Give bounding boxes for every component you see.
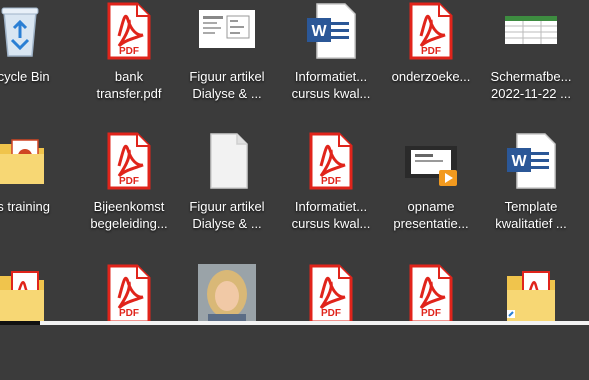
- icon-label: Informatiet... cursus kwal...: [291, 199, 371, 231]
- svg-text:PDF: PDF: [321, 176, 341, 187]
- icon-label: Figuur artikel Dialyse & ...: [189, 69, 265, 101]
- pdf-icon: PDF: [101, 132, 157, 190]
- svg-text:PDF: PDF: [321, 308, 341, 319]
- icon-label: Template kwalitatief ...: [495, 199, 567, 231]
- desktop-icon-template-word[interactable]: W Template kwalitatief ...: [479, 130, 583, 248]
- icon-label: ecycle Bin: [0, 69, 50, 84]
- photo-icon: [198, 264, 256, 322]
- svg-text:W: W: [311, 23, 327, 40]
- desktop: ecycle Bin PDF bank transfer.pdf: [0, 0, 589, 325]
- video-icon: [403, 132, 459, 190]
- recycle-bin-icon: [0, 2, 48, 60]
- desktop-icon-recycle-bin[interactable]: ecycle Bin: [0, 0, 72, 118]
- icon-label: onderzoeke...: [391, 69, 471, 84]
- icon-label: Figuur artikel Dialyse & ...: [189, 199, 265, 231]
- icon-label: Informatiet... cursus kwal...: [291, 69, 371, 101]
- desktop-icon-onderzoek-pdf[interactable]: PDF onderzoeke...: [379, 0, 483, 118]
- svg-text:PDF: PDF: [119, 308, 139, 319]
- desktop-icon-schermafbeelding[interactable]: Schermafbe... 2022-11-22 ...: [479, 0, 583, 118]
- icon-label: Bijeenkomst begeleiding...: [90, 199, 168, 231]
- svg-text:PDF: PDF: [421, 46, 441, 57]
- desktop-icon-informatie-word[interactable]: W Informatiet... cursus kwal...: [279, 0, 383, 118]
- desktop-icon-opname-presentatie[interactable]: opname presentatie...: [379, 130, 483, 248]
- word-icon: W: [503, 132, 559, 190]
- pdf-folder-icon: [0, 264, 48, 322]
- desktop-icon-figuur-artikel-2[interactable]: Figuur artikel Dialyse & ...: [175, 130, 279, 248]
- pdf-icon: PDF: [101, 264, 157, 322]
- desktop-icon-training-folder[interactable]: as training: [0, 130, 72, 248]
- pdf-icon: PDF: [303, 132, 359, 190]
- blank-file-icon: [199, 132, 255, 190]
- icon-label: opname presentatie...: [393, 199, 469, 231]
- word-icon: W: [303, 2, 359, 60]
- taskbar-edge: [0, 321, 40, 325]
- svg-text:PDF: PDF: [421, 308, 441, 319]
- icon-label: Schermafbe... 2022-11-22 ...: [490, 69, 572, 101]
- spreadsheet-thumbnail-icon: [503, 2, 559, 60]
- desktop-icon-bijeenkomst[interactable]: PDF Bijeenkomst begeleiding...: [77, 130, 181, 248]
- powerpoint-folder-icon: [0, 132, 48, 190]
- pdf-icon: PDF: [403, 2, 459, 60]
- svg-text:PDF: PDF: [119, 46, 139, 57]
- pdf-icon: PDF: [303, 264, 359, 322]
- svg-text:PDF: PDF: [119, 176, 139, 187]
- pdf-icon: PDF: [101, 2, 157, 60]
- desktop-icon-bank-transfer[interactable]: PDF bank transfer.pdf: [77, 0, 181, 118]
- window-edge: [40, 321, 589, 325]
- pdf-folder-icon: [503, 264, 559, 322]
- desktop-icon-informatie-pdf[interactable]: PDF Informatiet... cursus kwal...: [279, 130, 383, 248]
- desktop-icon-figuur-artikel-1[interactable]: Figuur artikel Dialyse & ...: [175, 0, 279, 118]
- pdf-icon: PDF: [403, 264, 459, 322]
- svg-text:W: W: [511, 153, 527, 170]
- icon-label: as training: [0, 199, 50, 214]
- document-thumbnail-icon: [199, 2, 255, 60]
- icon-label: bank transfer.pdf: [96, 69, 162, 101]
